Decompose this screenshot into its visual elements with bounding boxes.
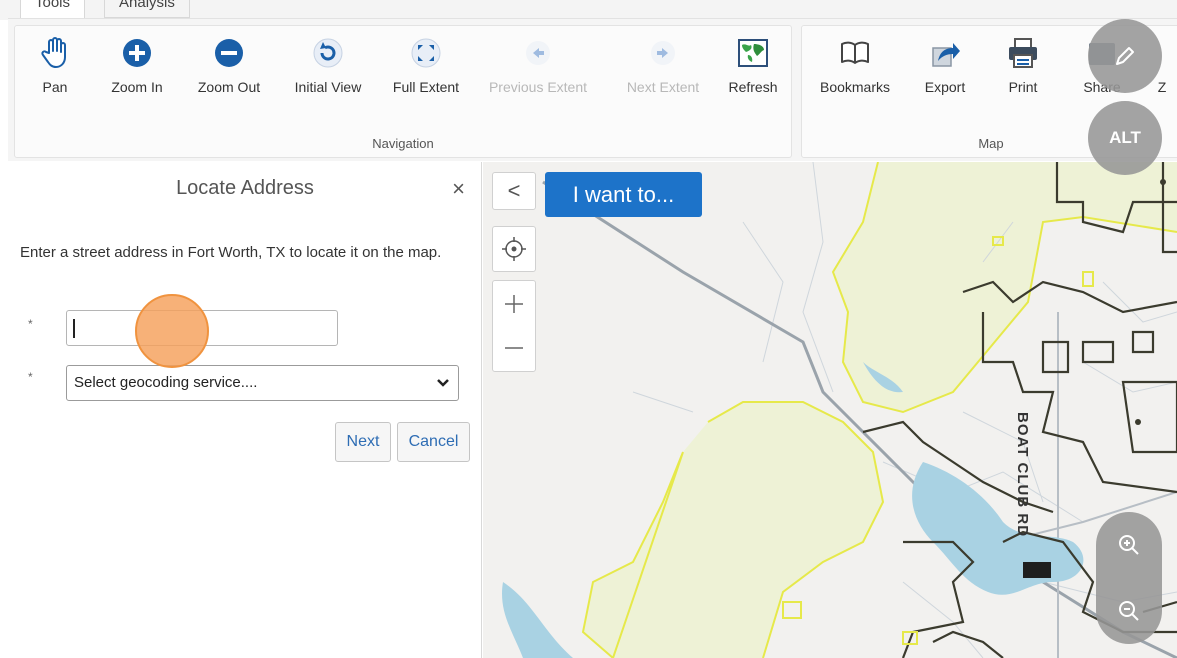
overflow-tool-label: Z [1157, 79, 1167, 95]
cancel-button[interactable]: Cancel [397, 422, 470, 462]
zoom-in-icon [123, 39, 151, 67]
tab-tools[interactable]: Tools [20, 0, 86, 18]
geocoder-required-mark: * [28, 370, 33, 384]
zoom-in-button[interactable]: Zoom In [97, 30, 177, 110]
panel-title: Locate Address [176, 177, 314, 199]
chevron-left-icon: < [507, 178, 521, 203]
magnify-plus-icon [1119, 535, 1139, 555]
magnify-minus-icon [1119, 601, 1139, 621]
arrow-right-icon [651, 41, 675, 65]
zoom-out-label: Zoom Out [197, 79, 261, 95]
pan-button[interactable]: Pan [15, 30, 95, 110]
pencil-icon [1116, 47, 1134, 65]
tab-analysis[interactable]: Analysis [104, 0, 190, 18]
close-icon[interactable]: × [452, 176, 465, 202]
export-button[interactable]: Export [905, 30, 985, 110]
export-label: Export [924, 79, 966, 95]
navigation-group: Pan Zoom In Zoom Out Initial View Full E… [14, 25, 792, 158]
ribbon-toolbar: Pan Zoom In Zoom Out Initial View Full E… [8, 18, 1177, 161]
navigation-group-label: Navigation [372, 136, 434, 151]
initial-view-icon [313, 38, 343, 68]
print-label: Print [1008, 79, 1038, 95]
map-zoom-control [492, 280, 536, 372]
arrow-left-icon [526, 41, 550, 65]
previous-extent-label: Previous Extent [488, 79, 588, 95]
collapse-panel-button[interactable]: < [492, 172, 536, 210]
refresh-label: Refresh [728, 79, 778, 95]
hand-icon [41, 37, 66, 68]
previous-extent-button[interactable]: Previous Extent [489, 30, 587, 110]
edit-fab-button[interactable] [1088, 19, 1162, 93]
map-zoom-in-icon[interactable] [502, 292, 526, 316]
printer-icon [1009, 38, 1037, 68]
refresh-button[interactable]: Refresh [713, 30, 793, 110]
fab-zoom-out-button[interactable] [1096, 578, 1162, 644]
road-label: BOAT CLUB RD [1014, 412, 1031, 538]
map-zoom-out-icon[interactable] [502, 336, 526, 360]
full-extent-button[interactable]: Full Extent [386, 30, 466, 110]
locate-me-button[interactable] [492, 226, 536, 272]
zoom-out-button[interactable]: Zoom Out [189, 30, 269, 110]
geocoding-service-value: Select geocoding service.... [74, 374, 258, 391]
zoom-in-label: Zoom In [111, 79, 163, 95]
address-required-mark: * [28, 317, 33, 331]
tab-strip: Tools Analysis [0, 0, 1177, 20]
initial-view-button[interactable]: Initial View [288, 30, 368, 110]
text-caret [73, 319, 75, 338]
click-indicator [135, 294, 209, 368]
print-button[interactable]: Print [983, 30, 1063, 110]
chevron-down-icon [437, 379, 449, 387]
pan-label: Pan [42, 79, 68, 95]
zoom-out-icon [215, 39, 243, 67]
full-extent-icon [411, 38, 441, 68]
zoom-fab [1096, 512, 1162, 644]
export-icon [932, 43, 960, 67]
alt-text-fab-button[interactable]: ALT [1088, 101, 1162, 175]
locate-address-panel: Locate Address × Enter a street address … [8, 162, 482, 658]
full-extent-label: Full Extent [392, 79, 460, 95]
crosshair-icon [502, 237, 526, 261]
fab-zoom-in-button[interactable] [1096, 512, 1162, 578]
globe-refresh-icon [738, 39, 768, 67]
bookmarks-label: Bookmarks [819, 79, 891, 95]
next-extent-button[interactable]: Next Extent [623, 30, 703, 110]
initial-view-label: Initial View [294, 79, 362, 95]
bookmarks-button[interactable]: Bookmarks [815, 30, 895, 110]
geocoding-service-select[interactable]: Select geocoding service.... [66, 365, 459, 401]
next-extent-label: Next Extent [626, 79, 700, 95]
next-button[interactable]: Next [335, 422, 391, 462]
map-canvas[interactable] [483, 162, 1177, 658]
map-view[interactable]: < I want to... BOAT CLUB RD [483, 162, 1177, 658]
i-want-to-button[interactable]: I want to... [545, 172, 702, 217]
app-window: Tools Analysis Pan Zoom In Zoom Out Init… [0, 0, 1177, 658]
panel-description: Enter a street address in Fort Worth, TX… [20, 244, 442, 261]
book-icon [841, 41, 869, 64]
